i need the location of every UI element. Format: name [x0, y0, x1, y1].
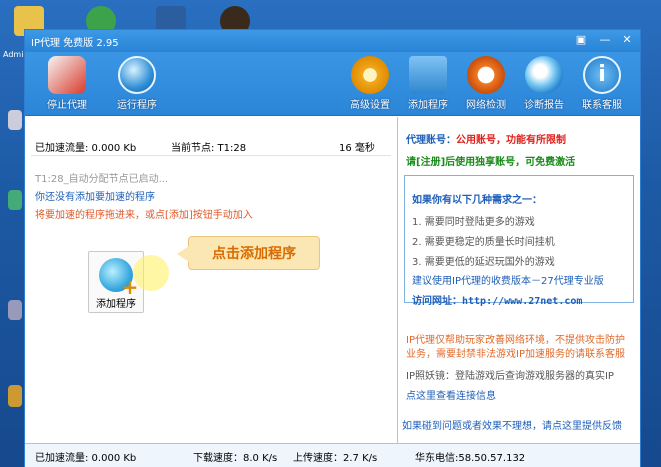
add-folder-icon [409, 56, 447, 94]
connection-info-link[interactable]: 点这里查看连接信息 [406, 387, 496, 402]
window-title: IP代理 免费版 2.95 [31, 38, 119, 49]
status-telecom-ip: 华东电信:58.50.57.132 [415, 453, 526, 464]
accel-flow-stat: 已加速流量: 0.000 Kb [35, 143, 137, 154]
gear-icon [351, 56, 389, 94]
status-accel-flow: 已加速流量: 0.000 Kb [35, 453, 137, 464]
rocket-icon [48, 56, 86, 94]
speedometer-icon [467, 56, 505, 94]
account-label: 代理账号： [406, 135, 456, 146]
needs-title: 如果你有以下几种需求之一： [412, 195, 542, 206]
status-upload-speed: 上传速度：2.7 K/s [293, 453, 378, 464]
feedback-link[interactable]: 如果碰到问题或者效果不理想，请点这里提供反馈 [402, 417, 622, 432]
need-item: 3. 需要更低的延迟玩国外的游戏 [412, 257, 555, 268]
account-value: 公用账号，功能有所限制 [456, 135, 566, 146]
ip-mirror-text: IP照妖镜：登陆游戏后查询游戏服务器的真实IP [406, 371, 614, 382]
status-bar: 已加速流量: 0.000 Kb 下载速度：8.0 K/s 上传速度：2.7 K/… [25, 443, 640, 467]
toolbar: 停止代理 运行程序 高级设置 添加程序 网络检测 诊断报告 i 联系客服 [25, 52, 640, 116]
skin-button[interactable]: ▣ [572, 32, 590, 48]
info-icon: i [583, 56, 621, 94]
desktop-label: Admi [3, 50, 24, 59]
info-panel: 代理账号：公用账号，功能有所限制 请[注册]后使用独享账号，可免费激活 如果你有… [397, 117, 640, 443]
desktop-left-icon-2[interactable] [8, 190, 22, 210]
diagnostic-report-button[interactable]: 诊断报告 [514, 54, 574, 114]
desktop-left-icon-4[interactable] [8, 385, 22, 407]
globe-icon [118, 56, 156, 94]
account-line: 代理账号：公用账号，功能有所限制 [406, 131, 566, 146]
no-program-message: 你还没有添加要加速的程序 [35, 192, 155, 203]
register-link[interactable]: 请[注册]后使用独享账号，可免费激活 [406, 153, 575, 168]
run-program-button[interactable]: 运行程序 [107, 54, 167, 114]
status-download-speed: 下载速度：8.0 K/s [193, 453, 278, 464]
app-window: IP代理 免费版 2.95 ▣ — ✕ 停止代理 运行程序 高级设置 添加程序 … [24, 29, 641, 467]
divider [31, 155, 391, 156]
cursor-highlight [133, 255, 169, 291]
auto-node-message: T1:28_自动分配节点已启动... [35, 174, 169, 185]
close-button[interactable]: ✕ [618, 32, 636, 48]
add-program-toolbar-button[interactable]: 添加程序 [398, 54, 458, 114]
desktop-left-icon-3[interactable] [8, 300, 22, 320]
visit-label: 访问网址： [412, 296, 462, 307]
drag-hint-message: 将要加速的程序拖进来，或点[添加]按钮手动加入 [35, 210, 253, 221]
need-item: 2. 需要更稳定的质量长时间挂机 [412, 237, 555, 248]
need-item: 1. 需要同时登陆更多的游戏 [412, 217, 535, 228]
minimize-button[interactable]: — [596, 32, 614, 48]
current-node-stat: 当前节点: T1:28 [171, 143, 247, 154]
contact-support-button[interactable]: i 联系客服 [572, 54, 632, 114]
magnifier-icon [525, 56, 563, 94]
title-bar[interactable]: IP代理 免费版 2.95 ▣ — ✕ [25, 30, 640, 52]
stop-proxy-button[interactable]: 停止代理 [37, 54, 97, 114]
latency-stat: 16 毫秒 [339, 143, 375, 154]
desktop-left-icon-1[interactable] [8, 110, 22, 130]
program-panel[interactable]: 已加速流量: 0.000 Kb 当前节点: T1:28 16 毫秒 T1:28_… [25, 117, 397, 443]
advanced-settings-button[interactable]: 高级设置 [340, 54, 400, 114]
suggest-link[interactable]: 建议使用IP代理的收费版本－27代理专业版 [412, 272, 604, 287]
notice-text: IP代理仅帮助玩家改善网络环境，不提供攻击防护业务，需要封禁非法游戏IP加速服务… [406, 335, 625, 360]
visit-url-link[interactable]: http://www.27net.com [462, 296, 582, 307]
tutorial-callout: 点击添加程序 [177, 236, 320, 270]
add-program-icon: + [99, 258, 138, 297]
network-check-button[interactable]: 网络检测 [456, 54, 516, 114]
visit-line: 访问网址：http://www.27net.com [412, 292, 582, 307]
